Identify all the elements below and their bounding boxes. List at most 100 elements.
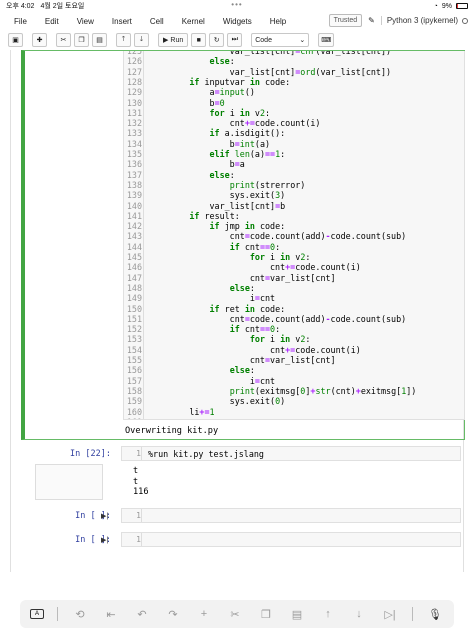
code-line[interactable]: 136 b=a	[124, 159, 464, 169]
restart-button[interactable]: ↻	[209, 33, 225, 47]
line-number: 139	[126, 190, 142, 201]
code-line[interactable]: 153 for i in v2:	[124, 334, 464, 344]
line-number: 145	[126, 252, 142, 262]
code-line[interactable]: 129 a=input()	[124, 87, 464, 97]
undo-icon[interactable]: ↶	[133, 608, 151, 621]
move-up-button[interactable]: 🡑	[116, 33, 131, 47]
code-text: if inputvar in code:	[189, 76, 291, 87]
code-line[interactable]: 134 b=int(a)	[124, 139, 464, 149]
cut-button[interactable]: ✂	[56, 33, 71, 47]
code-line[interactable]: 130 b=0	[124, 98, 464, 108]
cell-input[interactable]: 1	[121, 508, 461, 523]
code-line[interactable]: 141 if result:	[124, 211, 464, 221]
menu-insert[interactable]: Insert	[112, 17, 132, 26]
menu-help[interactable]: Help	[270, 17, 286, 26]
line-number: 136	[126, 159, 142, 170]
microphone-icon[interactable]: 🎙	[426, 608, 444, 621]
restart-icon: ↻	[213, 37, 220, 44]
plus-icon[interactable]: +	[195, 608, 213, 620]
code-text: cnt+=code.count(i)	[149, 344, 361, 355]
code-line[interactable]: 137 else:	[124, 170, 464, 180]
menu-file[interactable]: File	[14, 17, 27, 26]
pencil-icon[interactable]: ✎	[368, 16, 375, 25]
code-text: elif len(a)==1:	[209, 149, 286, 159]
redo-icon[interactable]: ↷	[164, 608, 182, 621]
code-line[interactable]: 145 for i in v2:	[124, 252, 464, 262]
code-line[interactable]: 151 cnt=code.count(add)-code.count(sub)	[124, 314, 464, 324]
line-number: 159	[126, 396, 142, 407]
run-next-icon[interactable]: ▷|	[381, 608, 399, 621]
code-line[interactable]: 146 cnt+=code.count(i)	[124, 262, 464, 272]
save-button[interactable]: ▣	[8, 33, 23, 47]
run-cell-icon[interactable]: ▶|	[101, 536, 108, 544]
keyboard-toggle-icon[interactable]: A	[30, 609, 44, 619]
code-line[interactable]: 131 for i in v2:	[124, 108, 464, 118]
code-line[interactable]: 142 if jmp in code:	[124, 221, 464, 231]
arrow-down-icon[interactable]: ↓	[350, 608, 368, 620]
code-line[interactable]: 160 li+=1	[124, 407, 464, 417]
code-line[interactable]: 133 if a.isdigit():	[124, 128, 464, 138]
menu-cell[interactable]: Cell	[150, 17, 164, 26]
code-line[interactable]: 152 if cnt==0:	[124, 324, 464, 334]
insert-cell-button[interactable]: ✚	[32, 33, 47, 47]
trusted-indicator[interactable]: Trusted	[328, 14, 363, 27]
code-line[interactable]: 157 i=cnt	[124, 376, 464, 386]
arrow-up-icon[interactable]: ↑	[319, 608, 337, 620]
code-line[interactable]: 161	[124, 417, 464, 419]
command-palette-button[interactable]: ⌨	[318, 33, 335, 47]
code-cell[interactable]: In [22]: 1 %run kit.py test.jslang t t 1…	[21, 444, 465, 504]
restart-run-all-button[interactable]: ⏭	[227, 33, 243, 47]
line-number: 135	[126, 149, 142, 159]
move-down-button[interactable]: 🡓	[134, 33, 149, 47]
code-line[interactable]: 149 i=cnt	[124, 293, 464, 303]
run-button[interactable]: ▶ Run	[158, 33, 189, 47]
code-line[interactable]: 154 cnt+=code.count(i)	[124, 345, 464, 355]
code-line[interactable]: 139 sys.exit(3)	[124, 190, 464, 200]
cell-input[interactable]: 1	[121, 532, 461, 547]
code-line[interactable]: 128 if inputvar in code:	[124, 77, 464, 87]
line-number: 160	[126, 406, 142, 417]
copy-button[interactable]: ❐	[74, 33, 89, 47]
code-line[interactable]: 158 print(exitmsg[0]+str(cnt)+exitmsg[1]…	[124, 386, 464, 396]
code-line[interactable]: 148 else:	[124, 283, 464, 293]
code-line[interactable]: 150 if ret in code:	[124, 304, 464, 314]
code-line[interactable]: 147 cnt=var_list[cnt]	[124, 273, 464, 283]
copy-icon[interactable]: ❐	[257, 608, 275, 621]
tab-back-icon[interactable]: ⇤	[102, 608, 120, 621]
code-text: cnt=var_list[cnt]	[149, 272, 336, 283]
cell-type-select[interactable]: Code ⌄	[251, 33, 310, 47]
active-code-cell[interactable]: 125 var_list[cnt]=chr(var_list[cnt]) 126 …	[21, 50, 465, 440]
history-icon[interactable]: ⟲	[71, 608, 89, 621]
code-line[interactable]: 126 else:	[124, 56, 464, 66]
code-line[interactable]: 155 cnt=var_list[cnt]	[124, 355, 464, 365]
cell-input[interactable]: 1 %run kit.py test.jslang	[121, 446, 461, 461]
run-cell-icon[interactable]: ▶|	[101, 512, 108, 520]
line-number: 132	[126, 118, 142, 129]
menu-kernel[interactable]: Kernel	[182, 17, 205, 26]
code-editor[interactable]: 125 var_list[cnt]=chr(var_list[cnt]) 126 …	[123, 51, 465, 420]
code-cell[interactable]: In [ ]: ▶| 1	[21, 507, 465, 527]
paste-button[interactable]: ▤	[92, 33, 107, 47]
code-line[interactable]: 143 cnt=code.count(add)-code.count(sub)	[124, 231, 464, 241]
menu-widgets[interactable]: Widgets	[223, 17, 252, 26]
cell-type-value: Code	[255, 36, 272, 44]
code-line[interactable]: 127 var_list[cnt]=ord(var_list[cnt])	[124, 67, 464, 77]
code-line[interactable]: 138 print(strerror)	[124, 180, 464, 190]
code-line[interactable]: 140 var_list[cnt]=b	[124, 201, 464, 211]
code-line[interactable]: 132 cnt+=code.count(i)	[124, 118, 464, 128]
interrupt-button[interactable]: ■	[191, 33, 207, 47]
menu-view[interactable]: View	[77, 17, 94, 26]
code-text: print(exitmsg[0]+str(cnt)+exitmsg[1])	[229, 385, 417, 396]
code-cell[interactable]: In [ ]: ▶| 1	[21, 531, 465, 551]
paste-icon[interactable]: ▤	[288, 608, 306, 621]
copy-icon: ❐	[78, 37, 85, 44]
code-line[interactable]: 156 else:	[124, 365, 464, 375]
code-text: else:	[209, 56, 235, 67]
code-line[interactable]: 159 sys.exit(0)	[124, 396, 464, 406]
code-line[interactable]: 135 elif len(a)==1:	[124, 149, 464, 159]
code-line[interactable]: 144 if cnt==0:	[124, 242, 464, 252]
scissors-icon[interactable]: ✂	[226, 608, 244, 621]
status-time: 오후 4:02	[6, 3, 35, 10]
multitask-dots[interactable]: •••	[231, 0, 242, 9]
menu-edit[interactable]: Edit	[45, 17, 59, 26]
